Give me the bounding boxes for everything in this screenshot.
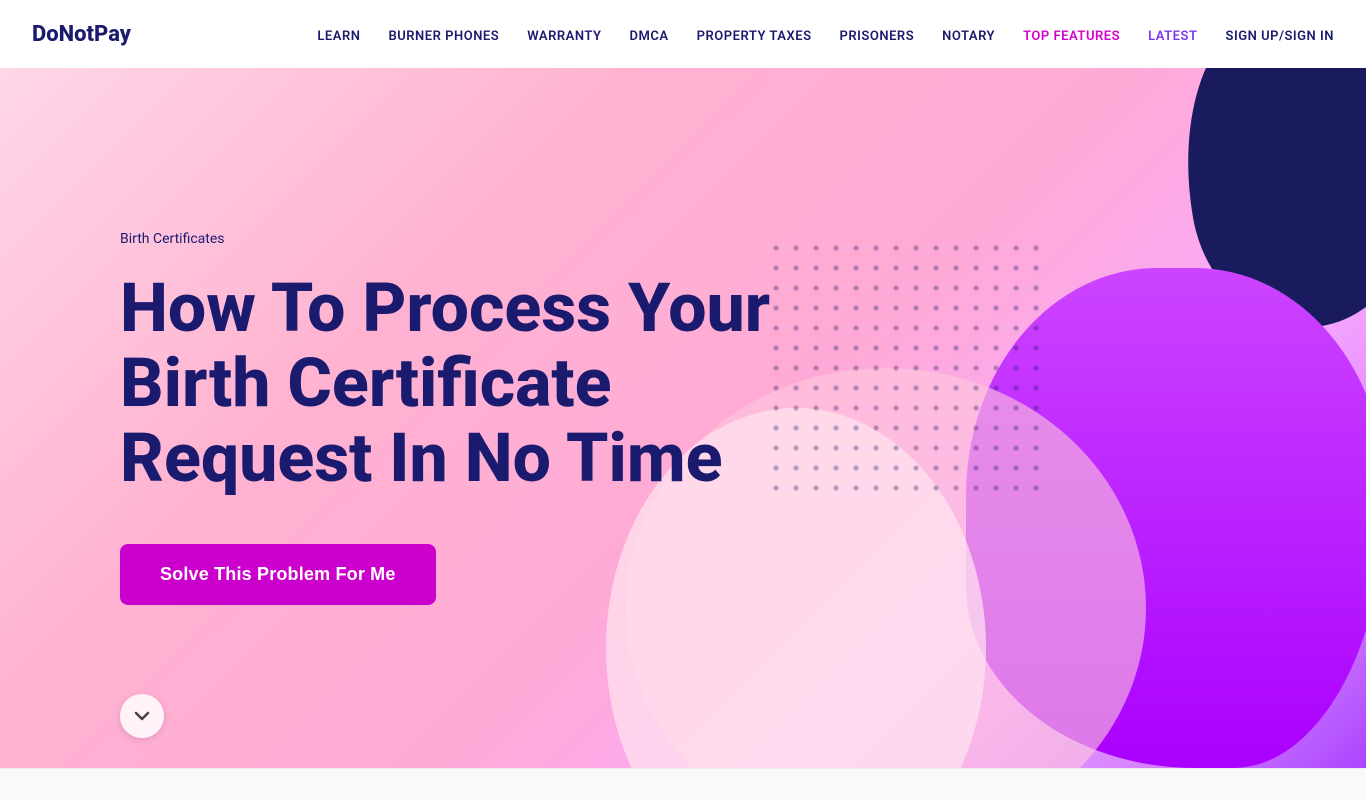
nav-links: LEARN BURNER PHONES WARRANTY DMCA PROPER…	[317, 25, 1334, 44]
nav-item-property-taxes: PROPERTY TAXES	[697, 25, 812, 44]
nav-link-property-taxes[interactable]: PROPERTY TAXES	[697, 29, 812, 44]
bottom-strip	[0, 768, 1366, 800]
nav-link-top-features[interactable]: TOP FEATURES	[1023, 29, 1120, 44]
nav-link-notary[interactable]: NOTARY	[942, 29, 995, 44]
nav-item-burner-phones: BURNER PHONES	[388, 25, 499, 44]
nav-link-dmca[interactable]: DMCA	[630, 29, 669, 44]
nav-item-latest: LATEST	[1148, 25, 1197, 44]
nav-item-top-features: TOP FEATURES	[1023, 25, 1120, 44]
nav-item-prisoners: PRISONERS	[840, 25, 915, 44]
nav-link-prisoners[interactable]: PRISONERS	[840, 29, 915, 44]
nav-link-warranty[interactable]: WARRANTY	[527, 29, 601, 44]
hero-content: Birth Certificates How To Process Your B…	[0, 68, 1366, 768]
nav-item-dmca: DMCA	[630, 25, 669, 44]
nav-item-notary: NOTARY	[942, 25, 995, 44]
nav-item-warranty: WARRANTY	[527, 25, 601, 44]
scroll-down-button[interactable]	[120, 694, 164, 738]
nav-link-learn[interactable]: LEARN	[317, 29, 360, 44]
hero-section: Birth Certificates How To Process Your B…	[0, 68, 1366, 768]
hero-title: How To Process Your Birth Certificate Re…	[120, 271, 880, 495]
cta-button[interactable]: Solve This Problem For Me	[120, 544, 436, 605]
nav-item-learn: LEARN	[317, 25, 360, 44]
nav-item-sign-in: SIGN UP/SIGN IN	[1226, 25, 1335, 44]
nav-link-latest[interactable]: LATEST	[1148, 29, 1197, 44]
brand-logo[interactable]: DoNotPay	[32, 22, 131, 47]
nav-link-sign-in[interactable]: SIGN UP/SIGN IN	[1226, 29, 1335, 44]
chevron-down-icon	[132, 706, 152, 726]
breadcrumb: Birth Certificates	[120, 231, 1246, 247]
main-nav: DoNotPay LEARN BURNER PHONES WARRANTY DM…	[0, 0, 1366, 68]
nav-link-burner-phones[interactable]: BURNER PHONES	[388, 29, 499, 44]
